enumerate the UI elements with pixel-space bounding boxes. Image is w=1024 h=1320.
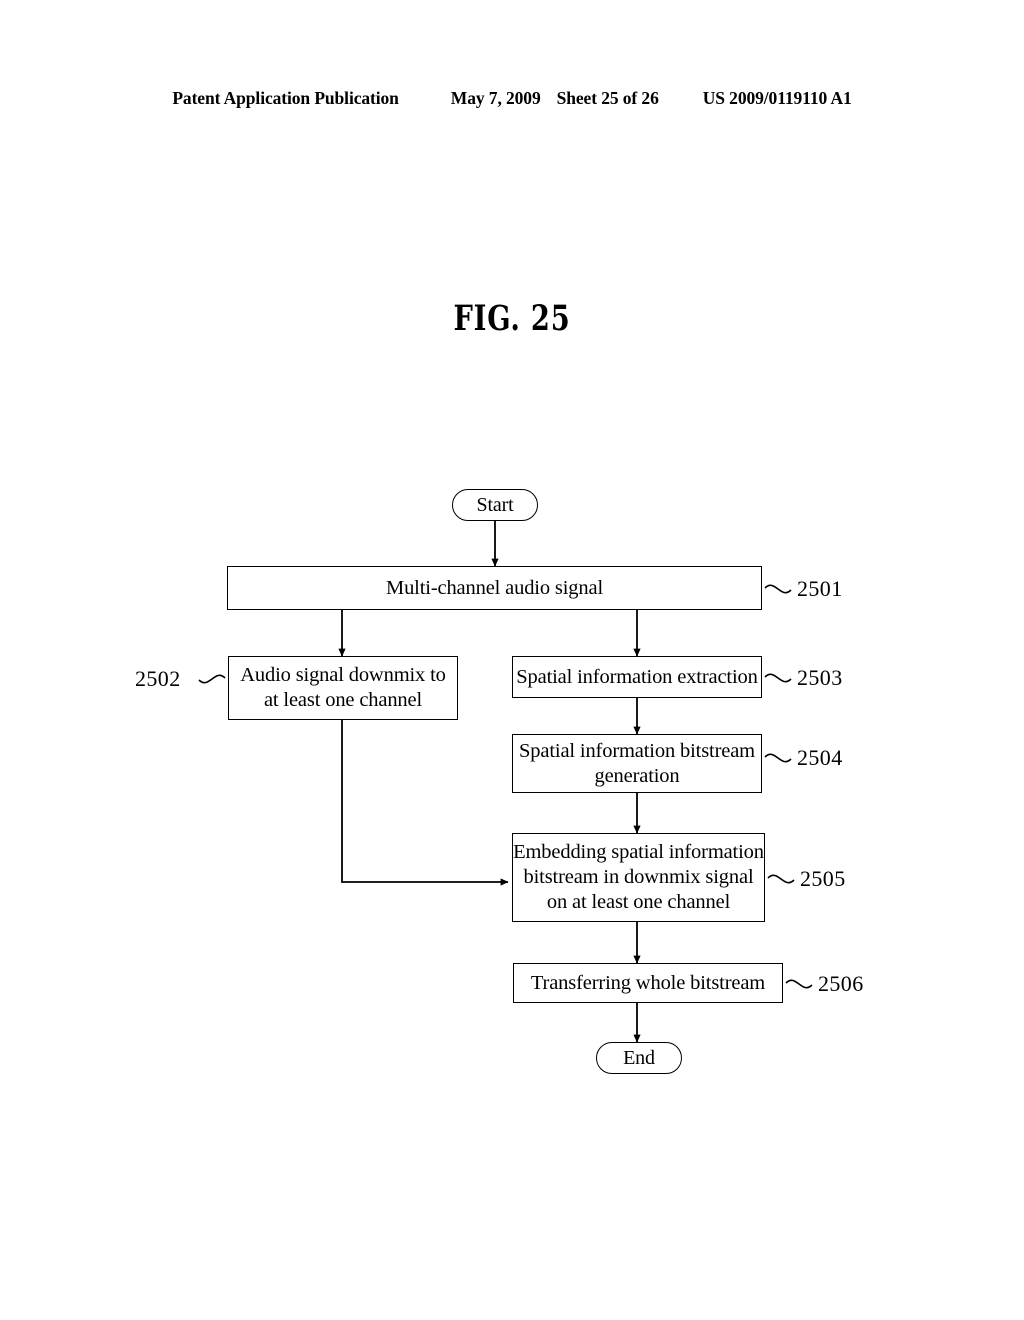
flow-node-2505[interactable]: Embedding spatial information bitstream … [512,833,765,922]
ref-numeral-2504: 2504 [797,745,843,770]
leader-line-2504 [764,753,792,763]
leader-line-2501 [764,584,792,594]
ref-numeral-2502: 2502 [135,666,181,691]
flow-node-2506-label: Transferring whole bitstream [530,971,766,994]
edge-2502-to-2505 [341,720,509,886]
flow-node-start-label: Start [476,493,514,516]
flow-node-start[interactable]: Start [452,489,538,521]
flow-node-2502[interactable]: Audio signal downmix to at least one cha… [228,656,458,720]
flow-node-2503-label: Spatial information extraction [516,665,758,688]
flow-node-end-label: End [623,1046,655,1069]
ref-numeral-2505: 2505 [800,866,846,891]
ref-numeral-2506: 2506 [818,971,864,996]
flow-node-2505-label: Embedding spatial information bitstream … [513,841,764,913]
ref-numeral-2503: 2503 [797,665,843,690]
leader-line-2506 [785,979,813,989]
flow-node-2501[interactable]: Multi-channel audio signal [227,566,762,610]
leader-line-2503 [764,673,792,683]
flow-node-2503[interactable]: Spatial information extraction [512,656,762,698]
leader-line-2505 [767,874,795,884]
flow-node-2504[interactable]: Spatial information bitstream generation [512,734,762,793]
ref-numeral-2501: 2501 [797,576,843,601]
leader-line-2502 [198,674,226,684]
flow-node-2506[interactable]: Transferring whole bitstream [513,963,783,1003]
flow-node-2502-label: Audio signal downmix to at least one cha… [240,664,446,711]
flow-node-2501-label: Multi-channel audio signal [386,576,603,599]
flow-node-2504-label: Spatial information bitstream generation [519,739,755,787]
flowchart-diagram: Start Multi-channel audio signal 2501 Au… [0,0,1024,1320]
flow-node-end[interactable]: End [596,1042,682,1074]
